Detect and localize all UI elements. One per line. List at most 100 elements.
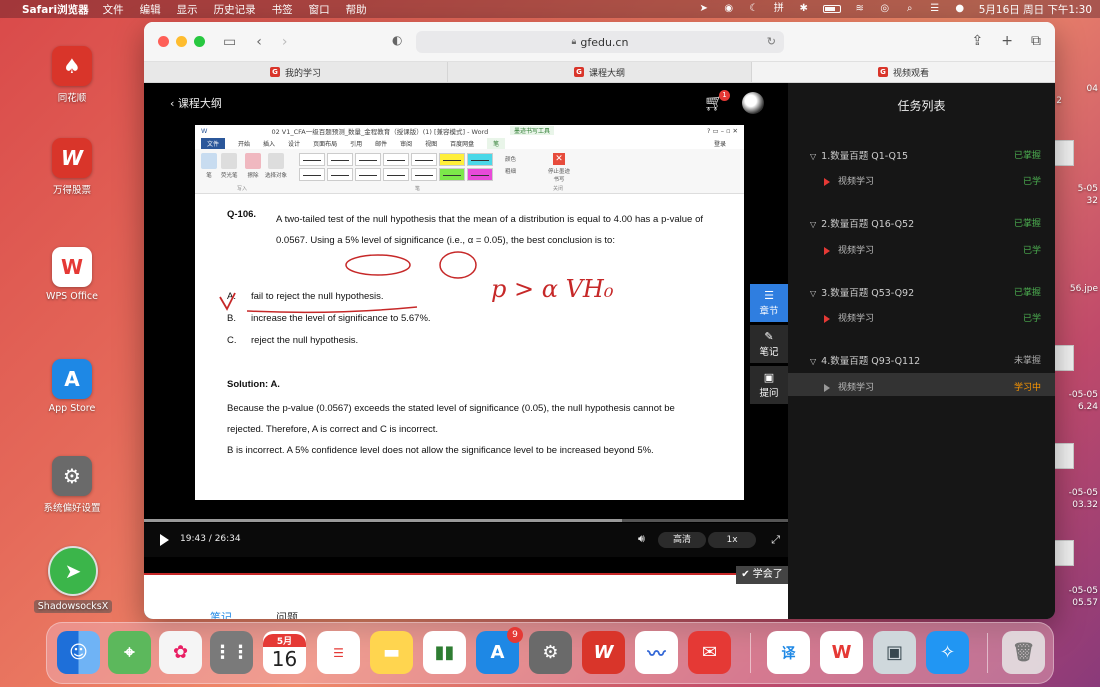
trash-icon[interactable]: 🗑︎	[1002, 631, 1045, 674]
launchpad-icon[interactable]: ⋮⋮	[210, 631, 253, 674]
close-window-button[interactable]	[158, 36, 169, 47]
siri-icon[interactable]: ●	[954, 4, 966, 14]
lock-icon: 🔒︎	[571, 37, 577, 47]
word-document-title: 02 V1_CFA一级百题预测_数量_金程教育（授课版）(1) [兼容模式] -…	[271, 128, 489, 136]
menu-edit[interactable]: 编辑	[140, 2, 161, 17]
system-preferences-icon[interactable]: ⚙	[529, 631, 572, 674]
avatar[interactable]	[742, 92, 764, 114]
video-frame-word-document[interactable]: W 02 V1_CFA一级百题预测_数量_金程教育（授课版）(1) [兼容模式]…	[195, 125, 744, 500]
lesson-item-active[interactable]: 视频学习	[824, 380, 874, 393]
desktop-icon-wps[interactable]: W WPS Office	[32, 247, 112, 302]
lesson-item[interactable]: 视频学习	[824, 311, 874, 324]
wifi-icon[interactable]: ≋	[854, 4, 866, 14]
desktop-file-label: 05.57	[1072, 598, 1098, 608]
menu-help[interactable]: 帮助	[346, 2, 367, 17]
finder-icon[interactable]: ☺	[57, 631, 100, 674]
learned-button[interactable]: ✔ 学会了	[736, 566, 788, 584]
calendar-icon[interactable]: 5月 16	[263, 631, 306, 674]
back-icon[interactable]: ‹	[256, 34, 262, 50]
tab-bar: G 我的学习 G 课程大纲 G 视频观看	[144, 62, 1055, 83]
chapter-item[interactable]: ▽ 1.数量百题 Q1-Q15	[810, 148, 908, 162]
desktop-file-thumbnail[interactable]	[1052, 140, 1074, 166]
reload-icon[interactable]: ↻	[767, 35, 776, 48]
play-icon[interactable]	[160, 534, 169, 546]
desktop-file-thumbnail[interactable]	[1052, 345, 1074, 371]
safari-icon[interactable]: ✧	[926, 631, 969, 674]
notes-icon[interactable]: ▬	[370, 631, 413, 674]
airplay-icon[interactable]: ◉	[723, 4, 735, 14]
lark-icon[interactable]: 〰	[635, 631, 678, 674]
location-icon[interactable]: ➤	[698, 4, 710, 14]
wps-icon[interactable]: W	[820, 631, 863, 674]
maps-icon[interactable]: ⌖	[108, 631, 151, 674]
privacy-shield-icon[interactable]: ◐	[392, 33, 402, 47]
tab-questions[interactable]: 问题	[276, 609, 298, 619]
maximize-window-button[interactable]	[194, 36, 205, 47]
battery-icon[interactable]	[822, 5, 841, 13]
menu-window[interactable]: 窗口	[309, 2, 330, 17]
desktop-file-thumbnail[interactable]	[1052, 540, 1074, 566]
address-bar-url: gfedu.cn	[580, 35, 629, 49]
reminders-icon[interactable]: ☰	[317, 631, 360, 674]
sidebar-toggle-icon[interactable]: ▭	[223, 34, 236, 50]
speed-button[interactable]: 1x	[708, 532, 756, 548]
moon-icon[interactable]: ☾	[748, 4, 760, 14]
menu-clock[interactable]: 5月16日 周日 下午1:30	[979, 2, 1092, 17]
address-bar[interactable]: 🔒︎ gfedu.cn ↻	[416, 31, 784, 53]
chapter-item[interactable]: ▽ 4.数量百题 Q93-Q112	[810, 353, 920, 367]
tab-my-learning[interactable]: G 我的学习	[144, 62, 448, 82]
menu-history[interactable]: 历史记录	[214, 2, 256, 17]
desktop-file-label: 32	[1086, 196, 1098, 206]
control-center-icon[interactable]: ☰	[929, 4, 941, 14]
tab-course-outline[interactable]: G 课程大纲	[448, 62, 752, 82]
gfedu-favicon-icon: G	[877, 67, 888, 77]
chapter-button[interactable]: ☰ 章节	[750, 284, 788, 322]
back-to-outline-button[interactable]: ‹ 课程大纲	[170, 95, 222, 111]
cart-icon[interactable]: 🛒︎ 1	[704, 90, 730, 112]
desktop-icon-system-preferences[interactable]: ⚙ 系统偏好设置	[32, 456, 112, 514]
app-store-icon[interactable]: A9	[476, 627, 523, 674]
note-button[interactable]: ✎ 笔记	[750, 325, 788, 363]
tab-video-watch[interactable]: G 视频观看	[752, 62, 1055, 82]
volume-icon[interactable]: 🔊︎	[638, 532, 645, 546]
chapter-item[interactable]: ▽ 3.数量百题 Q53-Q92	[810, 285, 914, 299]
photos-icon[interactable]: ✿	[159, 631, 202, 674]
ask-question-button[interactable]: ▣ 提问	[750, 366, 788, 404]
menu-bookmarks[interactable]: 书签	[272, 2, 293, 17]
share-icon[interactable]: ⇪	[972, 33, 984, 49]
mail-icon[interactable]: ✉	[688, 631, 731, 674]
lesson-item[interactable]: 视频学习	[824, 243, 874, 256]
tab-notes[interactable]: 笔记	[210, 609, 232, 619]
minimize-window-button[interactable]	[176, 36, 187, 47]
user-icon[interactable]: ◎	[879, 4, 891, 14]
fullscreen-icon[interactable]: ⤢	[771, 533, 780, 547]
tab-overview-icon[interactable]: ⧉	[1031, 33, 1041, 49]
menu-file[interactable]: 文件	[103, 2, 124, 17]
desktop-icon-wind[interactable]: W 万得股票	[32, 138, 112, 196]
translate-icon[interactable]: 译	[767, 631, 810, 674]
toolbar-right-actions: ⇪ + ⧉	[972, 33, 1041, 49]
word-login: 登录	[713, 140, 726, 148]
word-logo-icon: W	[201, 127, 208, 135]
lesson-item[interactable]: 视频学习	[824, 174, 874, 187]
menu-app-name[interactable]: Safari浏览器	[22, 2, 89, 17]
word-tab-view: 视图	[425, 140, 438, 148]
video-progress-bar[interactable]	[144, 519, 788, 522]
bluetooth-icon[interactable]: ✱	[798, 4, 810, 14]
desktop-file-label: -05-05	[1068, 586, 1098, 596]
menu-view[interactable]: 显示	[177, 2, 198, 17]
forward-icon[interactable]: ›	[282, 34, 288, 50]
chapter-item[interactable]: ▽ 2.数量百题 Q16-Q52	[810, 216, 914, 230]
desktop-icon-app-store[interactable]: A App Store	[32, 359, 112, 414]
wind-icon[interactable]: W	[582, 631, 625, 674]
input-method-icon[interactable]: 拼	[773, 4, 785, 14]
desktop-icon-tonghuashun[interactable]: ♠ 同花顺	[32, 46, 112, 104]
desktop-file-thumbnail[interactable]	[1052, 443, 1074, 469]
numbers-icon[interactable]: ▮▮	[423, 631, 466, 674]
search-icon[interactable]: ⌕	[904, 4, 916, 14]
quality-button[interactable]: 高清	[658, 532, 706, 548]
desktop-icon-shadowsocks[interactable]: ➤ ShadowsocksX	[34, 546, 112, 613]
new-tab-icon[interactable]: +	[1001, 33, 1013, 49]
desktop-file-label: 56.jpe	[1069, 284, 1098, 294]
preview-icon[interactable]: ▣	[873, 631, 916, 674]
